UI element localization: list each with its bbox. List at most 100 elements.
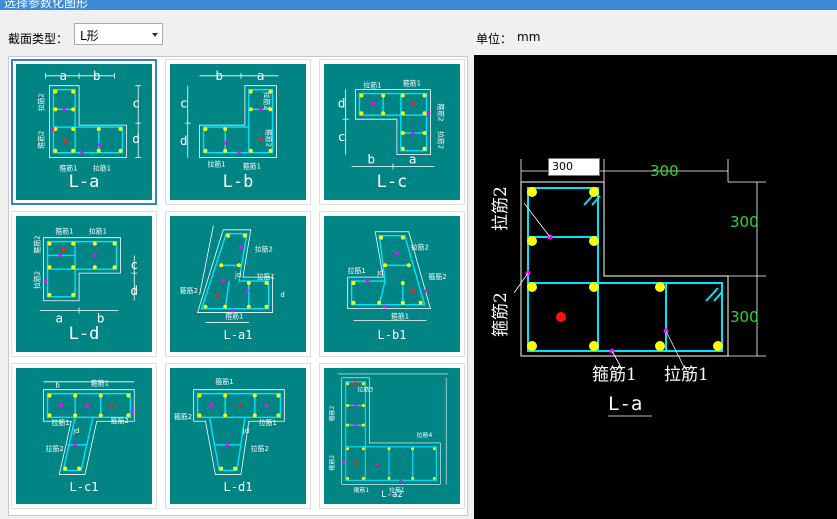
shape-thumbnail: b a d c 拉筋1 箍筋1 箍筋2 拉筋2 L-c (324, 64, 460, 200)
label-lajin1: 拉筋1 (664, 365, 709, 385)
shape-option-l-b[interactable]: b a c d 拉筋2 箍筋2 拉筋1 箍筋1 L-b (165, 59, 311, 205)
svg-text:拉筋1: 拉筋1 (51, 418, 69, 427)
section-type-value: L形 (80, 29, 99, 43)
svg-text:d: d (130, 284, 138, 299)
svg-text:拉筋1: 拉筋1 (363, 81, 381, 90)
unit-value: mm (517, 30, 541, 44)
svg-text:箍筋2: 箍筋2 (436, 103, 445, 121)
svg-text:箍筋2: 箍筋2 (328, 455, 336, 471)
svg-text:拉筋1: 拉筋1 (257, 272, 275, 281)
svg-text:拉筋2: 拉筋2 (263, 92, 272, 110)
svg-text:箍筋2: 箍筋2 (37, 131, 46, 149)
svg-text:箍筋1: 箍筋1 (391, 311, 409, 320)
label-lajin2: 拉筋2 (491, 186, 511, 231)
svg-text:箍筋1: 箍筋1 (55, 227, 73, 236)
toolbar: 截面类型： L形 单位： mm (0, 10, 837, 54)
shape-thumbnail: 拉筋3 箍筋2 箍筋2 拉筋4 箍筋1 拉筋1 L-a2 (324, 368, 460, 504)
shape-option-l-a1[interactable]: 拉筋2 jd 拉筋1 箍筋2 箍筋1 d L-a1 (165, 211, 311, 357)
dim-right-upper-value: 300 (730, 213, 759, 231)
shape-name: L-c (376, 172, 408, 192)
shape-thumbnail: abcd 拉筋2 箍筋2 箍筋1 拉筋1 L-a (16, 64, 152, 200)
label-gujin1: 箍筋1 (592, 365, 637, 385)
label-gujin2: 箍筋2 (491, 292, 511, 337)
svg-text:箍筋1: 箍筋1 (243, 161, 261, 170)
svg-text:jd: jd (72, 427, 79, 435)
shape-name: L-d (68, 324, 100, 344)
svg-text:d: d (338, 96, 346, 111)
shape-name: L-c1 (69, 480, 99, 494)
svg-text:箍筋1: 箍筋1 (215, 377, 233, 386)
svg-text:箍筋2: 箍筋2 (33, 235, 42, 253)
svg-text:拉筋2: 拉筋2 (436, 131, 445, 149)
svg-text:拉筋1: 拉筋1 (259, 418, 277, 427)
svg-text:jd: jd (376, 269, 383, 277)
shape-thumbnail: 拉筋2 jd 拉筋1 箍筋2 箍筋1 d L-a1 (170, 216, 306, 352)
svg-text:拉筋3: 拉筋3 (358, 386, 374, 394)
window-title: 选择参数化图形 (4, 0, 89, 10)
svg-text:jd: jd (234, 271, 241, 279)
svg-text:箍筋2: 箍筋2 (428, 272, 446, 281)
svg-text:拉筋2: 拉筋2 (33, 271, 42, 289)
shape-name: L-d1 (223, 480, 253, 494)
shape-thumbnail: 箍筋1 箍筋2 拉筋1 jd 拉筋2 L-d1 (170, 368, 306, 504)
shape-option-l-c[interactable]: b a d c 拉筋1 箍筋1 箍筋2 拉筋2 L-c (319, 59, 465, 205)
svg-text:c: c (130, 258, 138, 273)
svg-text:拉筋2: 拉筋2 (46, 444, 64, 453)
shape-name: L-a1 (223, 328, 253, 342)
svg-text:箍筋2: 箍筋2 (180, 286, 198, 295)
shape-thumbnail: b 箍筋1 箍筋2 拉筋1 jd 拉筋2 L-c1 (16, 368, 152, 504)
svg-text:jd: jd (242, 427, 249, 435)
shape-option-l-a[interactable]: abcd 拉筋2 箍筋2 箍筋1 拉筋1 L-a (11, 59, 157, 205)
shape-option-l-b1[interactable]: 拉筋2 拉筋1 jd 箍筋2 箍筋1 L-b1 (319, 211, 465, 357)
svg-text:箍筋1: 箍筋1 (403, 79, 421, 88)
svg-text:箍筋2: 箍筋2 (328, 405, 336, 421)
shape-gallery: abcd 拉筋2 箍筋2 箍筋1 拉筋1 L-a bacd 拉筋2 箍筋2 拉筋… (8, 56, 468, 516)
svg-text:箍筋1: 箍筋1 (91, 379, 109, 388)
svg-text:d: d (132, 132, 140, 147)
preview-shape-name: L-a (608, 393, 643, 415)
svg-text:b: b (367, 153, 375, 168)
shape-thumbnail: abcd 箍筋1 拉筋1 箍筋2 拉筋2 L-d (16, 216, 152, 352)
svg-text:d: d (180, 134, 188, 149)
svg-text:拉筋1: 拉筋1 (348, 266, 366, 275)
svg-text:c: c (180, 96, 188, 111)
section-type-label: 截面类型： (8, 32, 69, 46)
dim-right-lower-value: 300 (730, 308, 759, 326)
section-type-select[interactable]: L形 (74, 23, 163, 45)
svg-text:箍筋2: 箍筋2 (174, 412, 192, 421)
shape-thumbnail: 拉筋2 拉筋1 jd 箍筋2 箍筋1 L-b1 (324, 216, 460, 352)
shape-option-l-d[interactable]: abcd 箍筋1 拉筋1 箍筋2 拉筋2 L-d (11, 211, 157, 357)
svg-text:箍筋2: 箍筋2 (111, 416, 129, 425)
chevron-down-icon (152, 33, 158, 37)
svg-text:拉筋2: 拉筋2 (251, 444, 269, 453)
svg-text:c: c (338, 130, 346, 145)
svg-text:箍筋2: 箍筋2 (265, 129, 274, 147)
shape-name: L-b1 (377, 328, 407, 342)
shape-thumbnail: b a c d 拉筋2 箍筋2 拉筋1 箍筋1 L-b (170, 64, 306, 200)
svg-text:a: a (59, 69, 67, 84)
svg-text:拉筋2: 拉筋2 (411, 243, 429, 252)
shape-name: L-a2 (381, 490, 403, 500)
svg-text:a: a (409, 153, 417, 168)
svg-text:b: b (55, 382, 59, 390)
svg-text:c: c (132, 96, 140, 111)
preview-canvas: 300 300 300 300 拉筋2 箍筋2 箍筋1 拉筋1 L-a (474, 55, 837, 519)
shape-name: L-b (222, 172, 254, 192)
svg-text:拉筋1: 拉筋1 (207, 159, 225, 168)
svg-text:箍筋1: 箍筋1 (225, 311, 243, 320)
shape-option-l-a2[interactable]: 拉筋3 箍筋2 箍筋2 拉筋4 箍筋1 拉筋1 L-a2 (319, 363, 465, 509)
shape-name: L-a (68, 172, 100, 192)
svg-text:d: d (280, 291, 284, 299)
unit-label: 单位： (476, 32, 513, 46)
dim-top-value: 300 (650, 162, 679, 180)
shape-option-l-d1[interactable]: 箍筋1 箍筋2 拉筋1 jd 拉筋2 L-d1 (165, 363, 311, 509)
dimension-input[interactable]: 300 (548, 158, 600, 176)
svg-text:拉筋1: 拉筋1 (89, 227, 107, 236)
svg-text:b: b (93, 69, 101, 84)
shape-option-l-c1[interactable]: b 箍筋1 箍筋2 拉筋1 jd 拉筋2 L-c1 (11, 363, 157, 509)
svg-text:拉筋2: 拉筋2 (37, 93, 46, 111)
svg-text:拉筋4: 拉筋4 (417, 431, 433, 439)
svg-text:拉筋2: 拉筋2 (255, 244, 273, 253)
svg-text:b: b (215, 69, 223, 84)
title-bar: 选择参数化图形 (0, 0, 837, 10)
